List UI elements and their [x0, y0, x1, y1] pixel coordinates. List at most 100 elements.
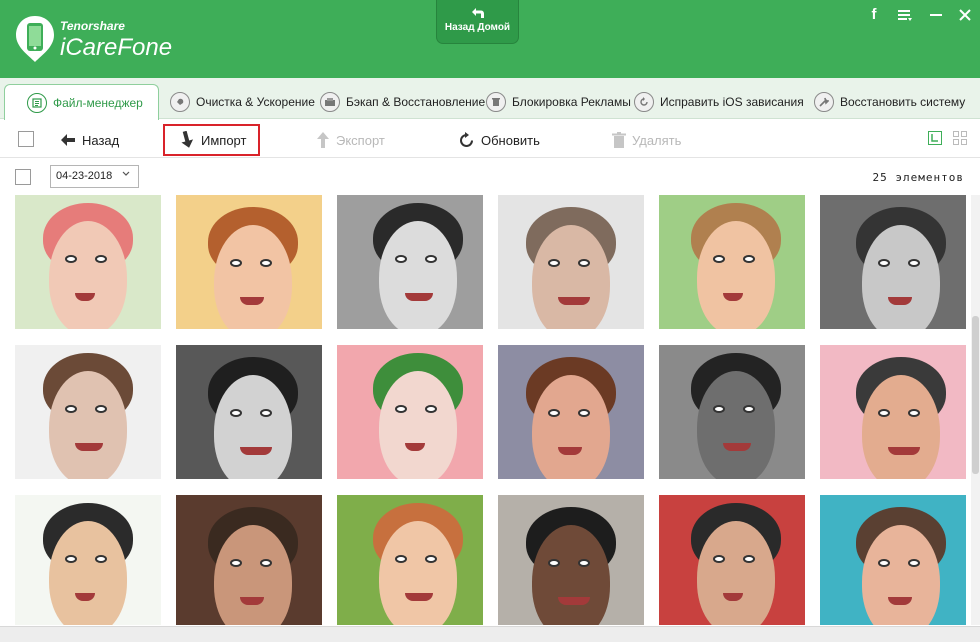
date-group-checkbox[interactable]	[15, 169, 31, 185]
photo-eye	[743, 255, 755, 263]
select-all-checkbox[interactable]	[18, 131, 34, 147]
import-button[interactable]: Импорт	[163, 124, 261, 156]
photo-thumbnail[interactable]	[498, 495, 644, 625]
photo-thumbnail[interactable]	[337, 495, 483, 625]
home-button[interactable]: Назад Домой	[436, 0, 519, 44]
photo-thumbnail[interactable]	[498, 195, 644, 329]
photo-face	[532, 375, 610, 479]
photo-face	[379, 221, 457, 329]
photo-thumbnail[interactable]	[15, 345, 161, 479]
photo-thumbnail[interactable]	[176, 345, 322, 479]
photo-eye	[743, 405, 755, 413]
photo-face	[862, 225, 940, 329]
photo-eye	[908, 409, 920, 417]
photo-eye	[908, 559, 920, 567]
return-home-icon	[471, 8, 484, 18]
trash-icon	[612, 132, 626, 148]
items-count: 25 элементов	[872, 171, 964, 184]
tab-label: Файл-менеджер	[53, 95, 143, 110]
photo-face	[862, 375, 940, 479]
photo-eye	[878, 259, 890, 267]
facebook-icon[interactable]: f	[864, 5, 884, 25]
chevron-down-icon	[122, 171, 130, 176]
home-button-label: Назад Домой	[444, 22, 511, 33]
photo-thumbnail[interactable]	[337, 195, 483, 329]
backup-icon	[320, 91, 340, 112]
tab-restore-system[interactable]: Восстановить систему	[814, 84, 965, 119]
refresh-icon	[634, 91, 654, 112]
import-label: Импорт	[201, 132, 247, 148]
photo-eye	[230, 409, 242, 417]
brand-small: Tenorshare	[60, 19, 125, 33]
photo-mouth	[558, 597, 590, 605]
photo-face	[49, 521, 127, 625]
close-icon[interactable]	[955, 5, 975, 25]
menu-icon[interactable]	[895, 5, 915, 25]
photo-thumbnail[interactable]	[820, 345, 966, 479]
photo-eye	[548, 409, 560, 417]
photo-eye	[578, 259, 590, 267]
toolbar: Назад Импорт Экспорт Обновить Удалять	[0, 120, 980, 158]
photo-face	[532, 225, 610, 329]
back-button[interactable]: Назад	[60, 126, 119, 154]
photo-mouth	[75, 443, 103, 451]
photo-eye	[743, 555, 755, 563]
photo-thumbnail[interactable]	[176, 495, 322, 625]
photo-face	[697, 521, 775, 625]
photo-mouth	[723, 443, 751, 451]
vertical-scrollbar[interactable]	[971, 195, 980, 625]
list-view-icon[interactable]	[928, 131, 942, 145]
tab-adblock[interactable]: Блокировка Рекламы	[486, 84, 631, 119]
file-manager-icon	[27, 92, 47, 113]
photo-eye	[878, 559, 890, 567]
scrollbar-thumb[interactable]	[972, 316, 979, 474]
tab-label: Бэкап & Восстановление	[346, 94, 486, 109]
photo-mouth	[888, 447, 920, 455]
photo-eye	[395, 255, 407, 263]
photo-eye	[395, 405, 407, 413]
photo-thumbnail[interactable]	[15, 195, 161, 329]
tab-fix-ios[interactable]: Исправить iOS зависания	[634, 84, 804, 119]
refresh-label: Обновить	[481, 132, 540, 148]
tab-file-manager[interactable]: Файл-менеджер	[4, 84, 159, 120]
photo-face	[214, 225, 292, 329]
export-label: Экспорт	[336, 132, 385, 148]
grid-view-icon[interactable]	[953, 131, 967, 145]
export-button[interactable]: Экспорт	[316, 126, 385, 154]
tab-label: Очистка & Ускорение	[196, 94, 315, 109]
photo-thumbnail[interactable]	[659, 495, 805, 625]
photo-eye	[65, 555, 77, 563]
photo-eye	[425, 255, 437, 263]
tab-label: Исправить iOS зависания	[660, 94, 804, 109]
wrench-icon	[814, 91, 834, 112]
photo-eye	[95, 255, 107, 263]
tab-cleanup[interactable]: Очистка & Ускорение	[170, 84, 315, 119]
photo-thumbnail[interactable]	[659, 345, 805, 479]
photo-eye	[230, 559, 242, 567]
minimize-icon[interactable]	[926, 5, 946, 25]
photo-mouth	[558, 297, 590, 305]
refresh-button[interactable]: Обновить	[458, 126, 540, 154]
photo-mouth	[240, 447, 272, 455]
back-label: Назад	[82, 132, 120, 148]
tab-label: Восстановить систему	[840, 94, 966, 109]
tab-backup[interactable]: Бэкап & Восстановление	[320, 84, 485, 119]
brand-name: iCareFone	[60, 34, 173, 61]
photo-thumbnail[interactable]	[659, 195, 805, 329]
photo-thumbnail[interactable]	[337, 345, 483, 479]
photo-thumbnail[interactable]	[176, 195, 322, 329]
icarefone-logo-icon	[16, 16, 54, 62]
delete-button[interactable]: Удалять	[612, 126, 681, 154]
photo-eye	[395, 555, 407, 563]
photo-thumbnail[interactable]	[498, 345, 644, 479]
date-filter-select[interactable]: 04-23-2018	[50, 165, 139, 188]
delete-label: Удалять	[632, 132, 682, 148]
photo-face	[379, 371, 457, 479]
photo-face	[214, 375, 292, 479]
photo-thumbnail[interactable]	[820, 195, 966, 329]
export-arrow-icon	[317, 132, 329, 148]
photo-face	[49, 371, 127, 479]
photo-thumbnail[interactable]	[15, 495, 161, 625]
photo-eye	[713, 555, 725, 563]
photo-thumbnail[interactable]	[820, 495, 966, 625]
